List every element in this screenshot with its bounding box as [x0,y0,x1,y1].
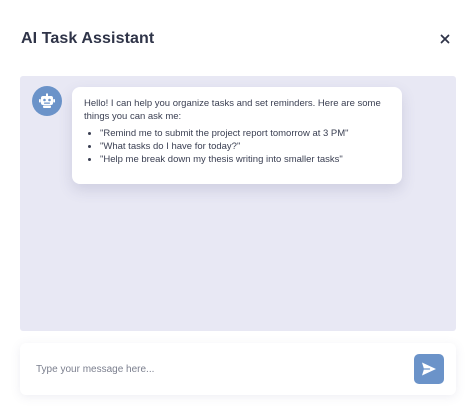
assistant-dialog: AI Task Assistant Hello! I can help you … [0,0,469,417]
assistant-message-text: Hello! I can help you organize tasks and… [84,98,381,122]
assistant-message-bubble: Hello! I can help you organize tasks and… [72,87,402,184]
close-button[interactable] [434,28,456,50]
send-icon [422,362,436,376]
message-composer [20,343,456,395]
dialog-header: AI Task Assistant [0,0,469,78]
message-input[interactable] [28,355,398,383]
chat-messages-area[interactable]: Hello! I can help you organize tasks and… [20,76,456,331]
assistant-avatar [32,86,62,116]
suggestion-item: "Help me break down my thesis writing in… [100,153,390,166]
close-icon [440,34,450,44]
robot-icon [39,93,55,108]
dialog-title: AI Task Assistant [21,30,155,47]
suggestion-item: "Remind me to submit the project report … [100,127,390,140]
suggestion-item: "What tasks do I have for today?" [100,140,390,153]
send-button[interactable] [414,354,444,384]
suggestion-list: "Remind me to submit the project report … [84,127,390,166]
